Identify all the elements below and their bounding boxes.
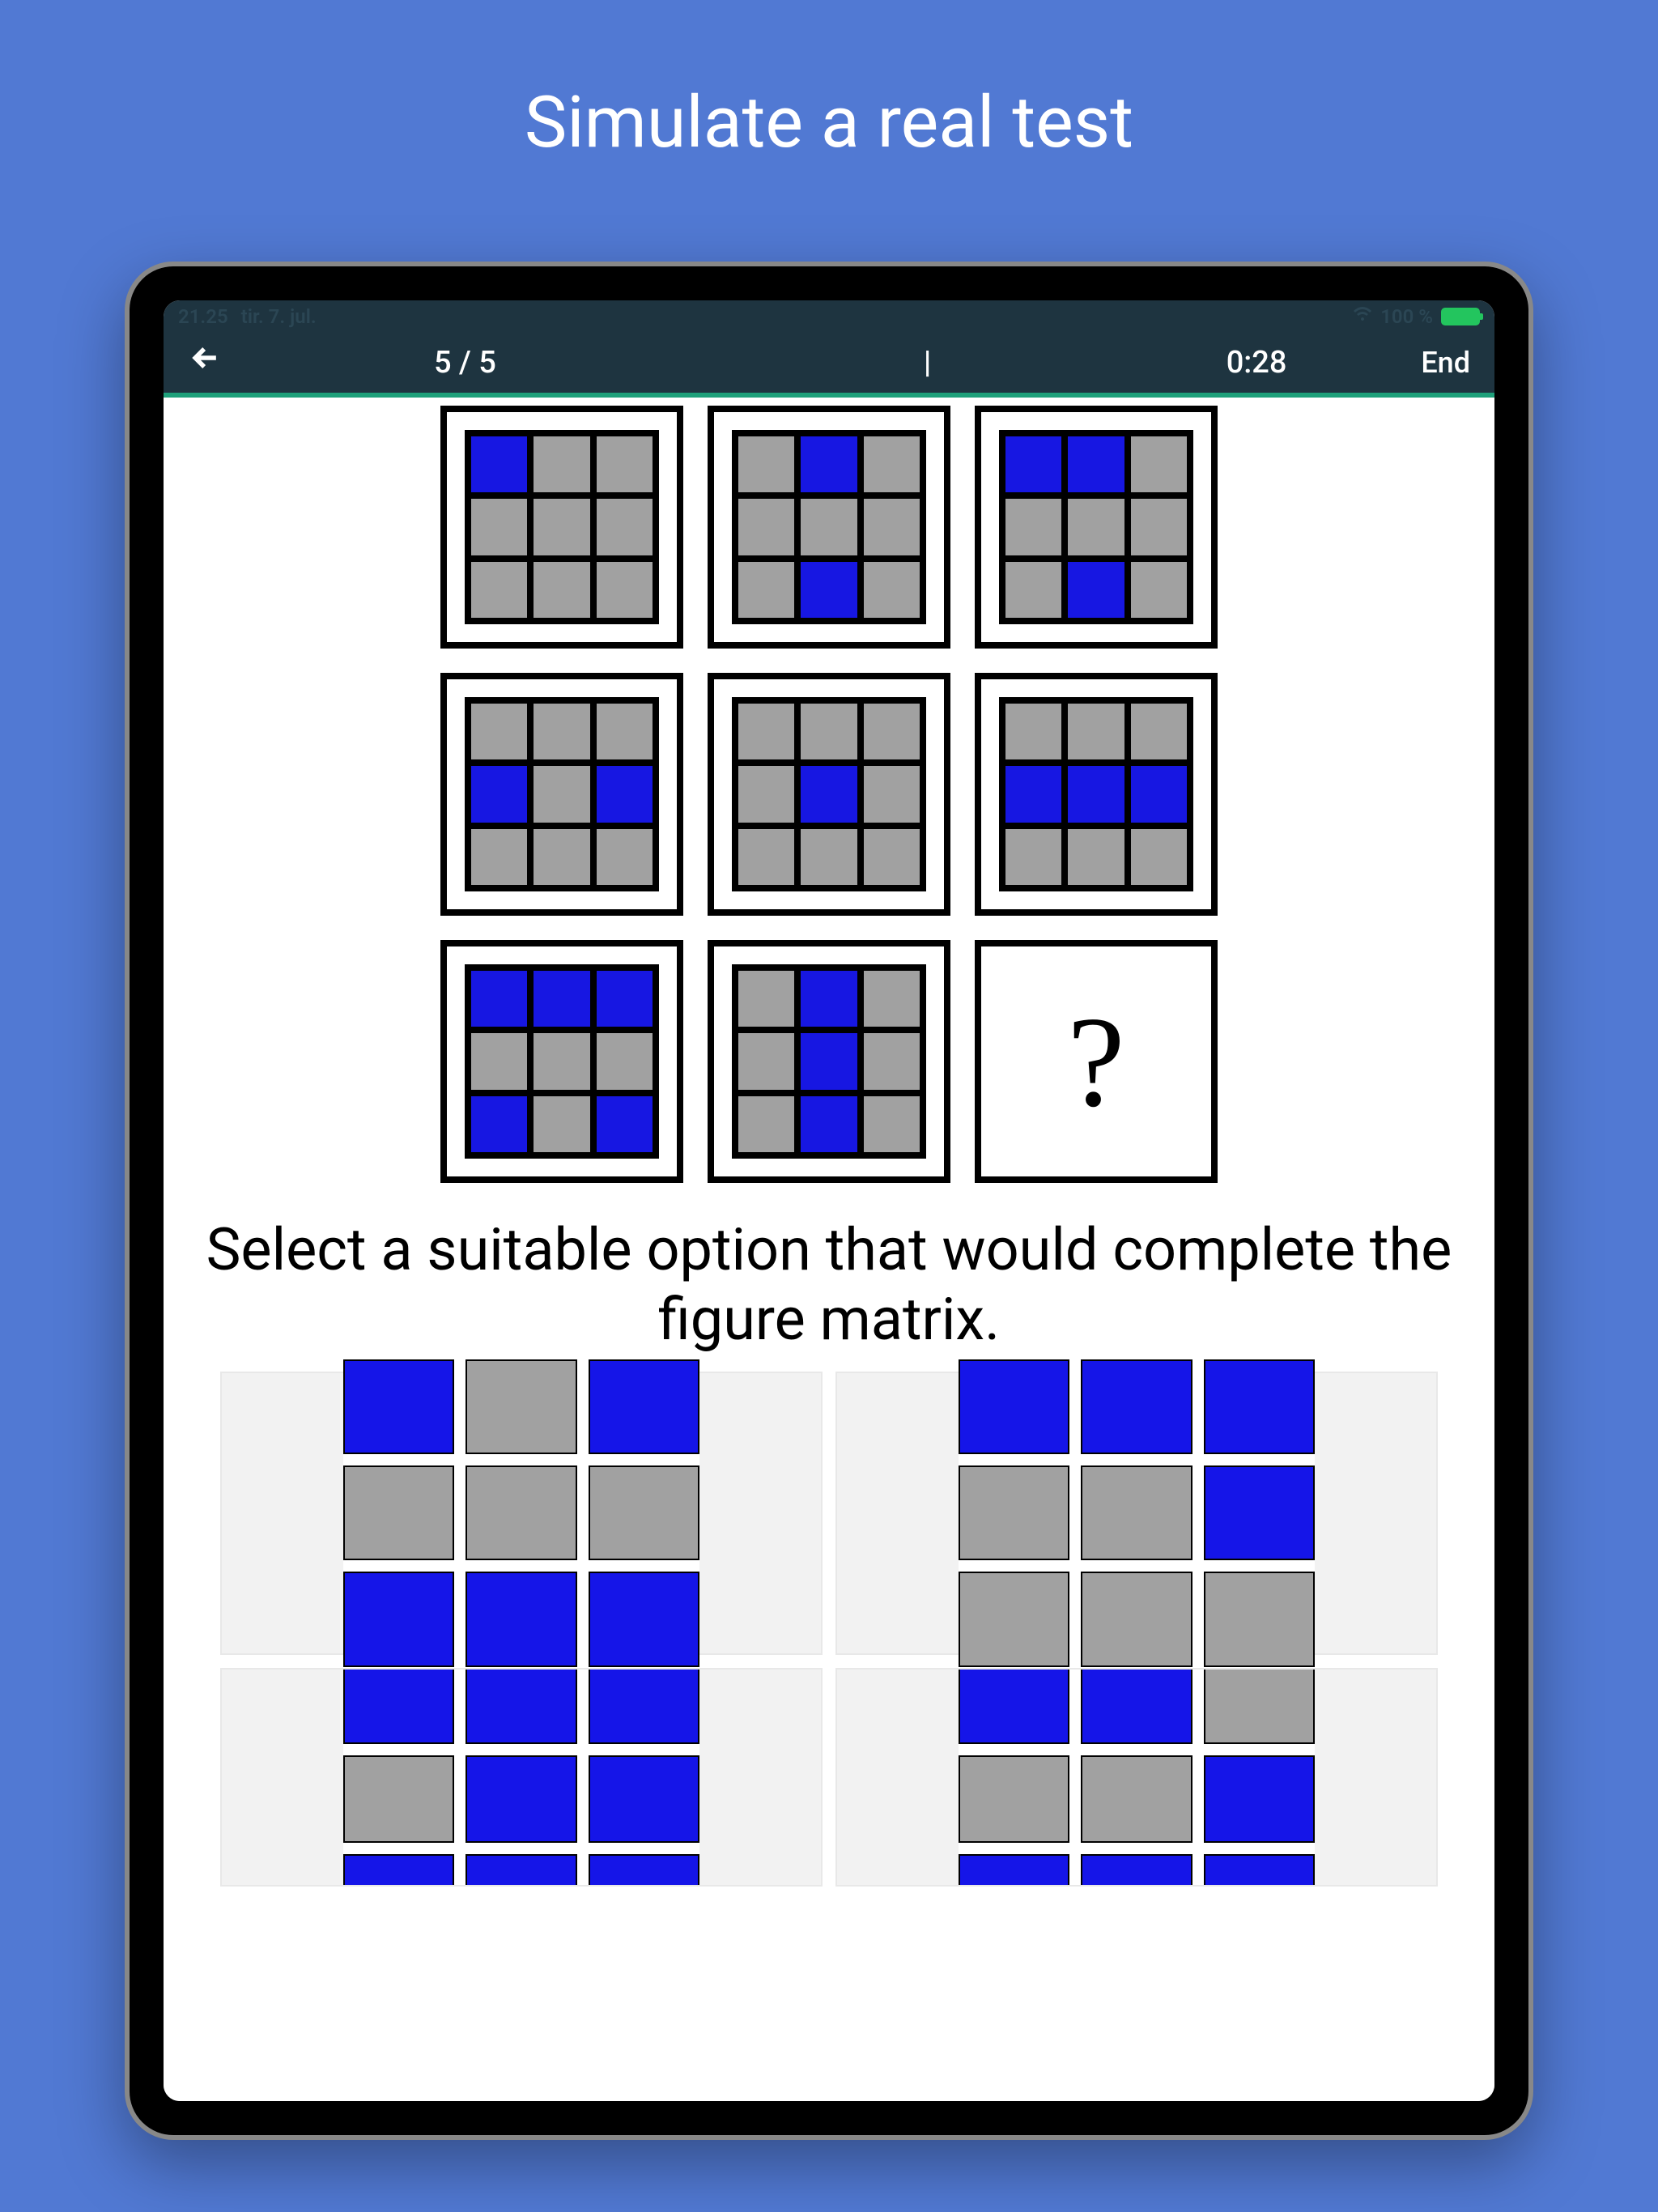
timer: 0:28 [1092, 345, 1421, 381]
status-bar: 21.25 tir. 7. jul. 100 % [164, 300, 1494, 333]
matrix-cell [975, 406, 1218, 649]
matrix-cell [440, 673, 683, 916]
answer-options [220, 1372, 1438, 1887]
matrix-cell [440, 940, 683, 1183]
matrix-cell [708, 406, 950, 649]
end-button[interactable]: End [1421, 346, 1470, 380]
matrix-question-cell: ? [975, 940, 1218, 1183]
screen: 21.25 tir. 7. jul. 100 % 5 / 5 | 0:28 En… [164, 300, 1494, 2101]
app-bar: 5 / 5 | 0:28 End [164, 333, 1494, 398]
instruction-text: Select a suitable option that would comp… [164, 1207, 1494, 1372]
content-area: ? Select a suitable option that would co… [164, 398, 1494, 2101]
status-date: tir. 7. jul. [241, 305, 317, 328]
question-progress: 5 / 5 [223, 345, 763, 381]
question-matrix: ? [440, 406, 1218, 1183]
battery-icon [1441, 308, 1480, 325]
answer-option[interactable] [220, 1372, 823, 1655]
answer-option[interactable] [220, 1668, 823, 1887]
hero-title: Simulate a real test [525, 81, 1133, 164]
tablet-frame: 21.25 tir. 7. jul. 100 % 5 / 5 | 0:28 En… [125, 262, 1533, 2140]
matrix-cell [708, 673, 950, 916]
matrix-cell [708, 940, 950, 1183]
bar-separator: | [763, 345, 1091, 381]
back-button[interactable] [188, 339, 223, 386]
status-time: 21.25 [178, 305, 228, 328]
matrix-cell [440, 406, 683, 649]
answer-option[interactable] [835, 1372, 1438, 1655]
answer-option[interactable] [835, 1668, 1438, 1887]
wifi-icon [1353, 304, 1372, 329]
matrix-cell [975, 673, 1218, 916]
battery-percent: 100 % [1380, 305, 1433, 328]
